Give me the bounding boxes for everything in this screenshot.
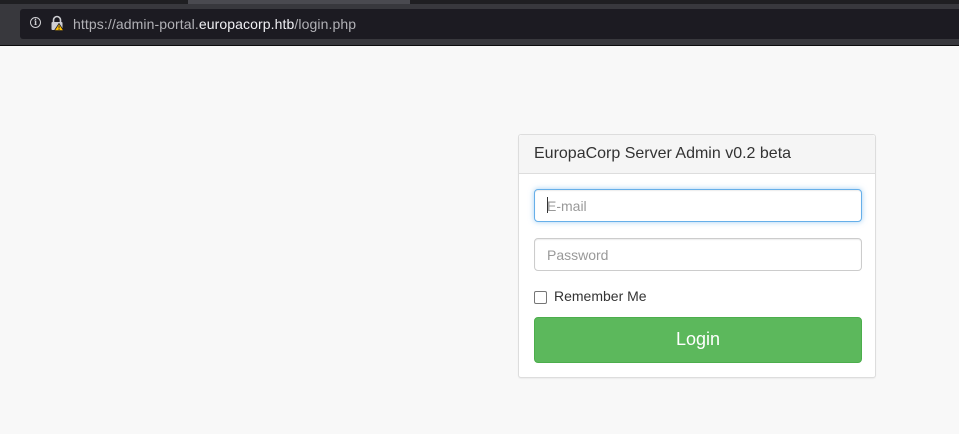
toolbar-divider [0,45,959,46]
panel-title: EuropaCorp Server Admin v0.2 beta [519,135,875,174]
url-text[interactable]: https://admin-portal.europacorp.htb/logi… [73,15,356,33]
password-field-wrapper [534,238,862,271]
browser-toolbar: i https://admin-portal.europacorp.htb/lo… [0,0,959,46]
tab-strip [0,0,959,4]
login-panel: EuropaCorp Server Admin v0.2 beta Rememb… [518,134,876,378]
text-caret [547,197,548,213]
url-domain: europacorp.htb [198,16,295,32]
lock-warning-icon[interactable] [50,15,64,31]
login-form: Remember Me [519,174,875,304]
url-bar[interactable]: i https://admin-portal.europacorp.htb/lo… [20,9,959,39]
email-field-wrapper [534,189,862,222]
info-icon[interactable]: i [30,17,41,28]
email-field[interactable] [534,189,862,222]
remember-me-checkbox[interactable] [534,291,547,304]
login-button[interactable]: Login [534,317,862,363]
url-prefix: https://admin-portal. [73,16,199,32]
active-tab[interactable] [188,0,410,4]
password-field[interactable] [534,238,862,271]
remember-me-label[interactable]: Remember Me [554,287,647,305]
url-path: /login.php [294,16,357,32]
